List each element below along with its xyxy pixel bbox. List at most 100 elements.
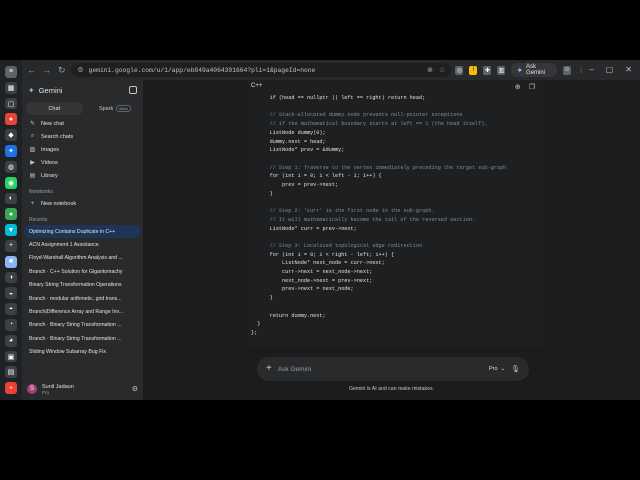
window-controls: – ▢ ✕: [589, 66, 636, 74]
window-icon[interactable]: ▢: [5, 97, 17, 110]
sidebar-item-images[interactable]: ▨ Images: [22, 143, 143, 156]
recent-chat[interactable]: Branch · C++ Solution for Gigantomachy: [24, 265, 141, 278]
address-bar[interactable]: ⚙ gemini.google.com/u/1/app/eb849a406439…: [71, 63, 452, 77]
extension-icon-1[interactable]: ◎: [455, 65, 464, 75]
bookmark-star-icon[interactable]: ☆: [439, 67, 445, 74]
brand-name: Gemini: [38, 85, 63, 95]
recent-chat[interactable]: Branch · Binary String Transformation ..…: [24, 332, 141, 345]
recent-chat[interactable]: Sliding Window Subarray Bug Fix: [24, 346, 141, 359]
puzzle-icon[interactable]: ✚: [483, 65, 492, 75]
grid-icon[interactable]: ▦: [5, 81, 17, 94]
recents-heading: Recents: [29, 217, 48, 223]
extension-icon-2[interactable]: !: [469, 65, 478, 75]
search-icon: ⌕: [30, 133, 35, 139]
forward-icon[interactable]: →: [41, 64, 52, 76]
recent-chat[interactable]: Branch · Binary String Transformation ..…: [24, 319, 141, 332]
ask-gemini-button[interactable]: ✦ Ask Gemini: [511, 63, 558, 77]
prompt-box[interactable]: + Ask Gemini Pro ⌄ 🎙: [257, 357, 529, 381]
add-icon[interactable]: +: [266, 364, 272, 374]
code-line: return dummy.next;: [269, 312, 326, 319]
app-icon-d[interactable]: ◑: [5, 271, 17, 284]
browser-toolbar: ← → ↻ ⚙ gemini.google.com/u/1/app/eb849a…: [22, 60, 640, 80]
main-content: C++ ⊕ ❐ if (head == nullptr || left == r…: [143, 80, 640, 400]
sidebar-item-library[interactable]: ▤ Library: [22, 169, 143, 182]
code-line: for (int i = 0; i < left - 1; i++) {: [269, 173, 382, 180]
video-icon: ▶: [30, 160, 35, 166]
recent-chat[interactable]: Floyd-Warshall Algorithm Analysis and ..…: [24, 252, 141, 265]
recent-chat[interactable]: Optimizing Contains Duplicate in C++: [24, 225, 141, 239]
sidebar-item-search-chats[interactable]: ⌕ Search chats: [22, 130, 143, 143]
recent-chat[interactable]: Branch|Difference Array and Range Inv...: [24, 305, 141, 318]
code-block: C++ ⊕ ❐ if (head == nullptr || left == r…: [247, 80, 545, 346]
recent-chat[interactable]: Binary String Transformation Operations: [24, 279, 141, 292]
code-line: ListNode dummy(0);: [269, 129, 326, 136]
app-icon-h[interactable]: ◕: [5, 334, 17, 347]
add-icon[interactable]: +: [5, 239, 17, 252]
app-icon-red[interactable]: ●: [5, 113, 17, 126]
sidebar-item-new-notebook[interactable]: + New notebook: [22, 197, 143, 210]
edit-icon: ✎: [29, 121, 36, 127]
app-icon-cyan[interactable]: ▼: [5, 224, 17, 236]
profile-icon[interactable]: ☺: [563, 65, 572, 75]
code-line: prev->next = next_node;: [269, 286, 354, 293]
model-selector[interactable]: Pro ⌄: [489, 366, 505, 372]
code-line: for (int i = 0; i < right - left; i++) {: [269, 251, 395, 258]
whatsapp-icon[interactable]: ◉: [5, 176, 17, 189]
sidebar-item-videos[interactable]: ▶ Videos: [22, 156, 143, 169]
user-plan: Pro: [42, 389, 50, 395]
back-icon[interactable]: ←: [26, 64, 37, 76]
code-line: }: [257, 321, 261, 328]
user-profile[interactable]: S Sunil Jadaun Pro ⚙: [22, 378, 143, 400]
close-icon[interactable]: ✕: [625, 66, 632, 74]
code-line: }: [269, 295, 273, 302]
code-tools: ⊕ ❐: [515, 83, 535, 91]
tab-spark[interactable]: Spark Beta: [87, 102, 144, 115]
minimize-icon[interactable]: –: [589, 66, 593, 74]
app-icon-f[interactable]: ◓: [5, 303, 17, 315]
maximize-icon[interactable]: ▢: [606, 66, 614, 74]
download-icon[interactable]: ⊕: [515, 83, 521, 91]
code-line: if (head == nullptr || left == right) re…: [269, 95, 426, 101]
sidebar-tabs: Chat Spark Beta: [22, 102, 143, 115]
library-icon: ▤: [29, 173, 36, 179]
site-info-icon[interactable]: ⚙: [77, 67, 83, 74]
app-icon-j[interactable]: ▤: [5, 366, 17, 379]
menu-icon[interactable]: ≡: [5, 66, 17, 78]
code-line: ListNode* next_node = curr->next;: [269, 260, 385, 267]
gemini-app-icon[interactable]: ✦: [5, 145, 17, 157]
more-vert-icon[interactable]: ⋮: [577, 66, 585, 75]
app-icon-c[interactable]: ◐: [5, 192, 17, 205]
recent-chat[interactable]: ACN Assignment 1 Assistance: [24, 238, 141, 251]
reload-icon[interactable]: ↻: [56, 64, 67, 76]
gemini-spark-icon: ✦: [516, 65, 524, 75]
sidebar-item-new-chat[interactable]: ✎ New chat: [22, 117, 143, 130]
app-icon-e[interactable]: ◒: [5, 287, 17, 300]
notebooks-heading: Notebooks: [29, 189, 53, 195]
settings-icon[interactable]: ⚙: [132, 385, 138, 393]
sidebar: ✦ Gemini Chat Spark Beta ✎ New chat ⌕ Searc…: [22, 80, 143, 400]
plus-icon: +: [30, 200, 35, 207]
prompt-input[interactable]: Ask Gemini: [278, 366, 483, 373]
app-icon-green[interactable]: ●: [5, 208, 17, 221]
install-icon[interactable]: ⊕: [427, 67, 433, 74]
copy-icon[interactable]: ❐: [529, 83, 535, 91]
code-line: // It will mathematically become the tai…: [269, 216, 476, 223]
recent-chat[interactable]: Branch · modular arithmetic, grid trans.…: [24, 292, 141, 305]
split-view-icon[interactable]: ▥: [497, 65, 506, 75]
add-app-icon[interactable]: +: [5, 382, 17, 395]
tab-chat[interactable]: Chat: [26, 102, 83, 115]
sidebar-toggle-icon[interactable]: [129, 86, 137, 94]
app-icon-i[interactable]: ▣: [5, 350, 17, 363]
code-line: // if the mathematical boundary starts a…: [269, 121, 488, 128]
mic-icon[interactable]: 🎙: [511, 365, 520, 373]
app-icon-g[interactable]: ◔: [5, 319, 17, 331]
app-icon-b[interactable]: ◍: [5, 160, 17, 173]
code-line: dummy.next = head;: [269, 138, 326, 145]
beta-badge: Beta: [116, 105, 131, 112]
app-icon-a[interactable]: ◆: [5, 129, 17, 142]
user-info: Sunil Jadaun Pro: [42, 384, 74, 395]
app-icon-blue[interactable]: ■: [5, 255, 17, 268]
